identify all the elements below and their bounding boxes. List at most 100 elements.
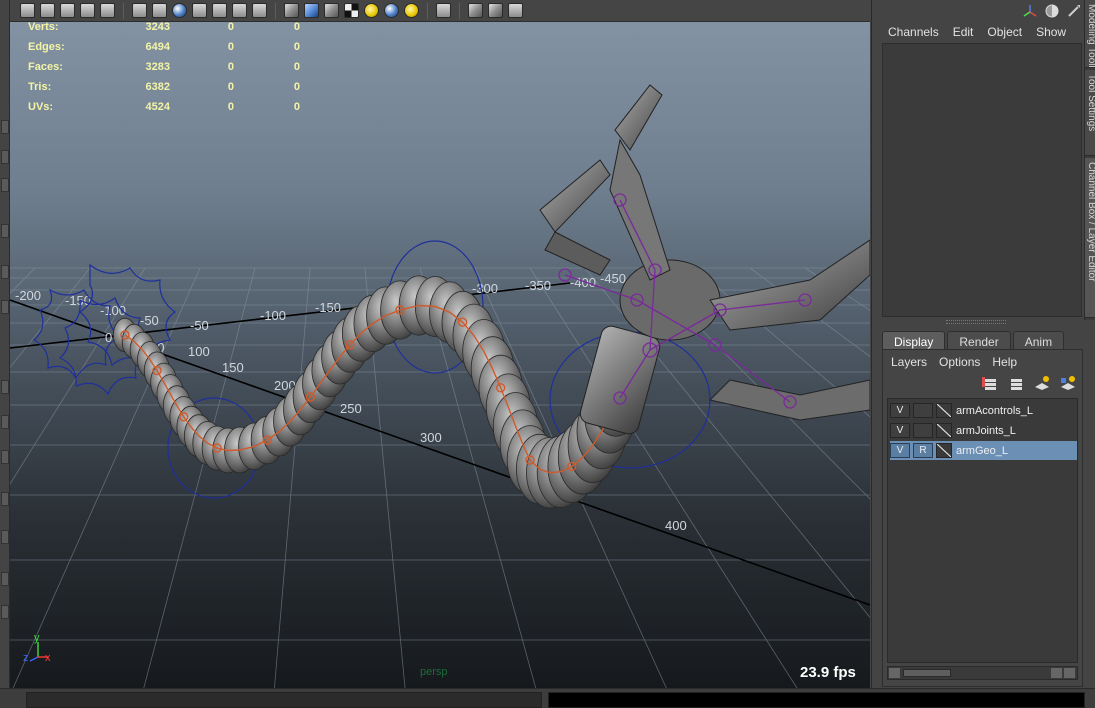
layer-row-armacontrols[interactable]: V armAcontrols_L [890,401,1077,420]
hud-value: 0 [293,61,300,73]
layer-list: V armAcontrols_L V armJoints_L V R armGe… [887,398,1078,663]
menu-help[interactable]: Help [992,355,1017,369]
tab-render[interactable]: Render [947,331,1011,350]
layer-color-swatch[interactable] [936,403,952,418]
grid-label: -300 [472,281,498,296]
hierarchy-icon[interactable] [508,3,523,18]
half-circle-icon[interactable] [1044,3,1060,19]
xray-active-icon[interactable] [488,3,503,18]
grid-line [804,267,870,311]
layer-color-swatch[interactable] [936,443,952,458]
new-layer-from-selection-icon[interactable] [1059,375,1077,391]
visibility-toggle[interactable]: V [890,403,910,418]
layout-graph-icon[interactable] [1,530,9,544]
display-type-toggle[interactable] [913,403,933,418]
default-light-icon[interactable] [364,3,379,18]
shaded-sphere-icon[interactable] [172,3,187,18]
grid-line [10,267,91,369]
select-tool-icon[interactable] [1,120,9,134]
lasso-tool-icon[interactable] [1,150,9,164]
paint-tool-icon[interactable] [1,178,9,192]
bookmark-icon[interactable] [60,3,75,18]
channel-box-menu: Channels Edit Object Show [888,25,1066,39]
display-type-toggle[interactable] [913,423,933,438]
layout-side-icon[interactable] [1,450,9,464]
claw-finger-3 [709,239,870,331]
panel-top-icons [1022,2,1082,20]
shadows-icon[interactable] [404,3,419,18]
scroll-left-arrow[interactable] [889,668,900,678]
layout-hypershade-icon[interactable] [1,572,9,586]
layout-script-icon[interactable] [1,605,9,619]
menu-layers[interactable]: Layers [891,355,927,369]
scale-tool-icon[interactable] [1,300,9,314]
text-icon[interactable] [252,3,267,18]
command-line-field[interactable] [26,692,542,708]
tab-modeling-toolkit[interactable]: Modeling Toolkit [1085,0,1095,68]
rotate-tool-icon[interactable] [1,265,9,279]
camera-icon[interactable] [20,3,35,18]
grid-label: 400 [665,518,687,533]
xray-icon[interactable] [212,3,227,18]
side-tabs: Modeling Toolkit Tool Settings Channel B… [1084,0,1095,320]
wand-icon[interactable] [1066,3,1082,19]
tab-anim[interactable]: Anim [1012,331,1065,350]
camera-name-label: persp [420,666,448,678]
claw-finger-1b [544,231,611,276]
grid-label: -100 [260,308,286,323]
layer-color-swatch[interactable] [936,423,952,438]
manipulator-icon[interactable] [1022,3,1038,19]
scroll-right-arrow-2[interactable] [1064,668,1075,678]
channel-box-layer-editor: Modeling Toolkit Tool Settings Channel B… [871,0,1095,688]
hud-value: 3243 [145,21,170,33]
layout-single-icon[interactable] [1,380,9,394]
grid-label: 250 [340,401,362,416]
hud-label: Faces: [28,61,63,73]
layout-four-icon[interactable] [1,415,9,429]
cube-icon[interactable] [284,3,299,18]
scroll-right-arrow-1[interactable] [1051,668,1062,678]
tool-box [0,0,10,708]
visibility-toggle[interactable]: V [890,423,910,438]
horizontal-scrollbar[interactable] [887,666,1078,680]
tab-tool-settings[interactable]: Tool Settings [1085,70,1095,156]
hud-value: 6494 [145,41,170,53]
menu-show[interactable]: Show [1036,25,1066,39]
wireframe-icon[interactable] [132,3,147,18]
all-lights-icon[interactable] [384,3,399,18]
layer-editor-menu: Layers Options Help [891,355,1017,369]
wire-cube-icon[interactable] [324,3,339,18]
hud-value: 0 [227,21,234,33]
blue-cube-icon[interactable] [304,3,319,18]
hud-value: 3283 [145,61,170,73]
checker-icon[interactable] [344,3,359,18]
move-layer-up-icon[interactable] [981,375,999,391]
fps-readout: 23.9 fps [800,664,856,681]
isolate-select-icon[interactable] [436,3,451,18]
layer-name: armGeo_L [956,444,1008,457]
tab-channel-box-layer-editor[interactable]: Channel Box / Layer Editor [1085,158,1095,318]
smooth-shade-icon[interactable] [152,3,167,18]
grid-icon[interactable] [100,3,115,18]
camera-attributes-icon[interactable] [40,3,55,18]
menu-options[interactable]: Options [939,355,980,369]
layer-row-armjoints[interactable]: V armJoints_L [890,421,1077,440]
new-empty-layer-icon[interactable] [1033,375,1051,391]
texture-icon[interactable] [232,3,247,18]
tab-display[interactable]: Display [882,331,946,350]
visibility-toggle[interactable]: V [890,443,910,458]
wireframe-on-shaded-icon[interactable] [192,3,207,18]
scroll-thumb[interactable] [903,669,951,677]
layout-outliner-icon[interactable] [1,492,9,506]
layer-row-armgeo[interactable]: V R armGeo_L [890,441,1077,460]
channel-box-body[interactable] [882,43,1082,317]
menu-edit[interactable]: Edit [953,25,974,39]
display-type-toggle[interactable]: R [913,443,933,458]
menu-channels[interactable]: Channels [888,25,939,39]
xray-joints-icon[interactable] [468,3,483,18]
panel-splitter-handle[interactable] [946,320,1006,324]
menu-object[interactable]: Object [987,25,1022,39]
move-tool-icon[interactable] [1,224,9,238]
move-layer-down-icon[interactable] [1007,375,1025,391]
image-plane-icon[interactable] [80,3,95,18]
